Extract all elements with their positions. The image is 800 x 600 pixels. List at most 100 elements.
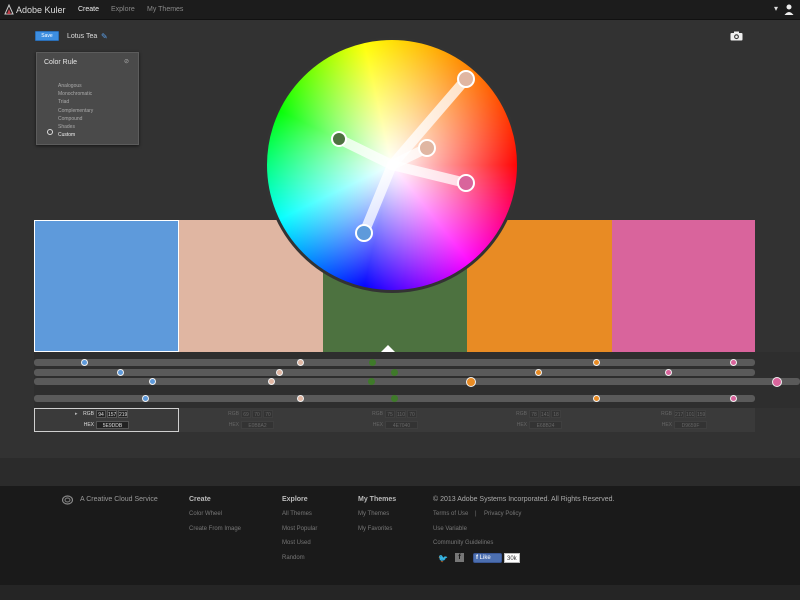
value-column-5: RGB 217 101 159 HEX D9659F	[612, 408, 755, 432]
user-icon[interactable]	[784, 4, 794, 15]
twitter-icon[interactable]: 🐦	[438, 554, 448, 563]
user-menu-caret[interactable]: ▾	[774, 4, 778, 13]
wheel-handle-2[interactable]	[457, 70, 475, 88]
slider-knob[interactable]	[267, 378, 275, 385]
hex-value-field[interactable]: 4E7040	[385, 421, 418, 429]
rgb-value-field[interactable]: 18	[551, 410, 561, 418]
footer-link-all-themes[interactable]: All Themes	[282, 511, 312, 517]
slider-knob[interactable]	[275, 369, 283, 376]
camera-icon[interactable]	[730, 31, 743, 41]
slider-knob[interactable]	[729, 359, 737, 366]
slider-knob[interactable]	[391, 369, 398, 376]
footer-link-terms[interactable]: Terms of Use	[433, 511, 468, 517]
footer-link-color-wheel[interactable]: Color Wheel	[189, 511, 222, 517]
rule-custom[interactable]: Custom	[58, 131, 93, 139]
hex-value-field[interactable]: E68B24	[529, 421, 562, 429]
value-column-1: ▸ RGB 94 157 219 HEX 5E9DDB	[34, 408, 179, 432]
slider-knob[interactable]	[391, 395, 398, 402]
footer-link-most-used[interactable]: Most Used	[282, 540, 311, 546]
rgb-value-field[interactable]: 217	[674, 410, 684, 418]
rgb-label: RGB	[372, 411, 383, 417]
rgb-label: RGB	[516, 411, 527, 417]
rgb-value-field[interactable]: 101	[685, 410, 695, 418]
slider-knob[interactable]	[465, 376, 476, 387]
wheel-handle-3[interactable]	[331, 131, 347, 147]
hex-label: HEX	[228, 422, 239, 428]
hex-value-field[interactable]: 5E9DDB	[96, 421, 129, 429]
wheel-handle-4[interactable]	[418, 139, 436, 157]
nav-explore[interactable]: Explore	[111, 6, 135, 13]
hex-label: HEX	[83, 422, 94, 428]
slider-knob[interactable]	[117, 369, 125, 376]
footer-link-create-from-image[interactable]: Create From Image	[189, 526, 241, 532]
brand-name[interactable]: Adobe Kuler	[16, 5, 66, 15]
top-nav: Adobe Kuler Create Explore My Themes ▾	[0, 0, 800, 20]
rgb-value-field[interactable]: 70	[252, 410, 262, 418]
rule-compound[interactable]: Compound	[58, 115, 93, 123]
rule-analogous[interactable]: Analogous	[58, 82, 93, 90]
footer-link-my-favorites[interactable]: My Favorites	[358, 526, 392, 532]
rgb-label: RGB	[228, 411, 239, 417]
value-column-2: RGB 69 70 70 HEX E0B8A2	[179, 408, 323, 432]
hex-label: HEX	[661, 422, 672, 428]
slider-knob[interactable]	[729, 395, 737, 402]
hex-value-field[interactable]: D9659F	[674, 421, 707, 429]
panel-collapse-icon[interactable]: ⊘	[124, 58, 129, 65]
wheel-handle-5[interactable]	[457, 174, 475, 192]
footer-link-random[interactable]: Random	[282, 555, 305, 561]
rgb-value-field[interactable]: 69	[241, 410, 251, 418]
slider-knob[interactable]	[592, 395, 600, 402]
hex-label: HEX	[516, 422, 527, 428]
value-column-4: RGB 78 141 18 HEX E68B24	[467, 408, 612, 432]
rule-shades[interactable]: Shades	[58, 123, 93, 131]
footer-my-themes-title: My Themes	[358, 496, 397, 503]
slider-knob[interactable]	[772, 376, 783, 387]
kuler-logo-icon[interactable]	[4, 4, 14, 15]
footer-link-guidelines[interactable]: Community Guidelines	[433, 540, 493, 546]
rgb-value-field[interactable]: 75	[385, 410, 395, 418]
slider-knob[interactable]	[664, 369, 672, 376]
slider-knob[interactable]	[80, 359, 88, 366]
swatch-5[interactable]	[612, 220, 755, 352]
facebook-icon[interactable]: f	[455, 553, 464, 562]
slider-knob[interactable]	[592, 359, 600, 366]
nav-create[interactable]: Create	[78, 6, 99, 13]
rule-complementary[interactable]: Complementary	[58, 107, 93, 115]
rgb-value-field[interactable]: 70	[407, 410, 417, 418]
slider-knob[interactable]	[367, 378, 375, 385]
rgb-value-field[interactable]: 157	[107, 410, 117, 418]
footer-link-most-popular[interactable]: Most Popular	[282, 526, 317, 532]
footer-explore-title: Explore	[282, 496, 308, 503]
custom-radio-icon[interactable]	[47, 129, 53, 135]
slider-track-hue[interactable]	[34, 359, 755, 366]
rgb-label: RGB	[83, 411, 94, 417]
rgb-value-field[interactable]: 159	[696, 410, 706, 418]
save-button[interactable]: Save	[35, 31, 59, 41]
rgb-value-field[interactable]: 94	[96, 410, 106, 418]
footer-link-use-variable[interactable]: Use Variable	[433, 526, 467, 532]
copyright: © 2013 Adobe Systems Incorporated. All R…	[433, 496, 615, 503]
rgb-value-field[interactable]: 78	[529, 410, 539, 418]
color-wheel-handles	[331, 70, 475, 242]
footer-link-privacy[interactable]: Privacy Policy	[484, 511, 521, 517]
facebook-like-button[interactable]: f Like	[473, 553, 502, 563]
wheel-handle-1[interactable]	[355, 224, 373, 242]
footer-link-my-themes[interactable]: My Themes	[358, 511, 389, 517]
like-count: 30k	[504, 553, 520, 563]
nav-my-themes[interactable]: My Themes	[147, 6, 183, 13]
like-label: Like	[479, 555, 491, 561]
rgb-value-field[interactable]: 219	[118, 410, 128, 418]
creative-cloud-text: A Creative Cloud Service	[80, 496, 158, 503]
swatch-1[interactable]	[34, 220, 179, 352]
rgb-value-field[interactable]: 141	[540, 410, 550, 418]
rgb-value-field[interactable]: 70	[263, 410, 273, 418]
footer-create-title: Create	[189, 496, 211, 503]
rgb-value-field[interactable]: 110	[396, 410, 406, 418]
theme-name[interactable]: Lotus Tea	[67, 33, 97, 40]
footer-separator: |	[475, 511, 477, 517]
rule-triad[interactable]: Triad	[58, 98, 93, 106]
hex-value-field[interactable]: E0B8A2	[241, 421, 274, 429]
rgb-label: RGB	[661, 411, 672, 417]
rule-monochromatic[interactable]: Monochromatic	[58, 90, 93, 98]
edit-pencil-icon[interactable]: ✎	[101, 32, 108, 41]
